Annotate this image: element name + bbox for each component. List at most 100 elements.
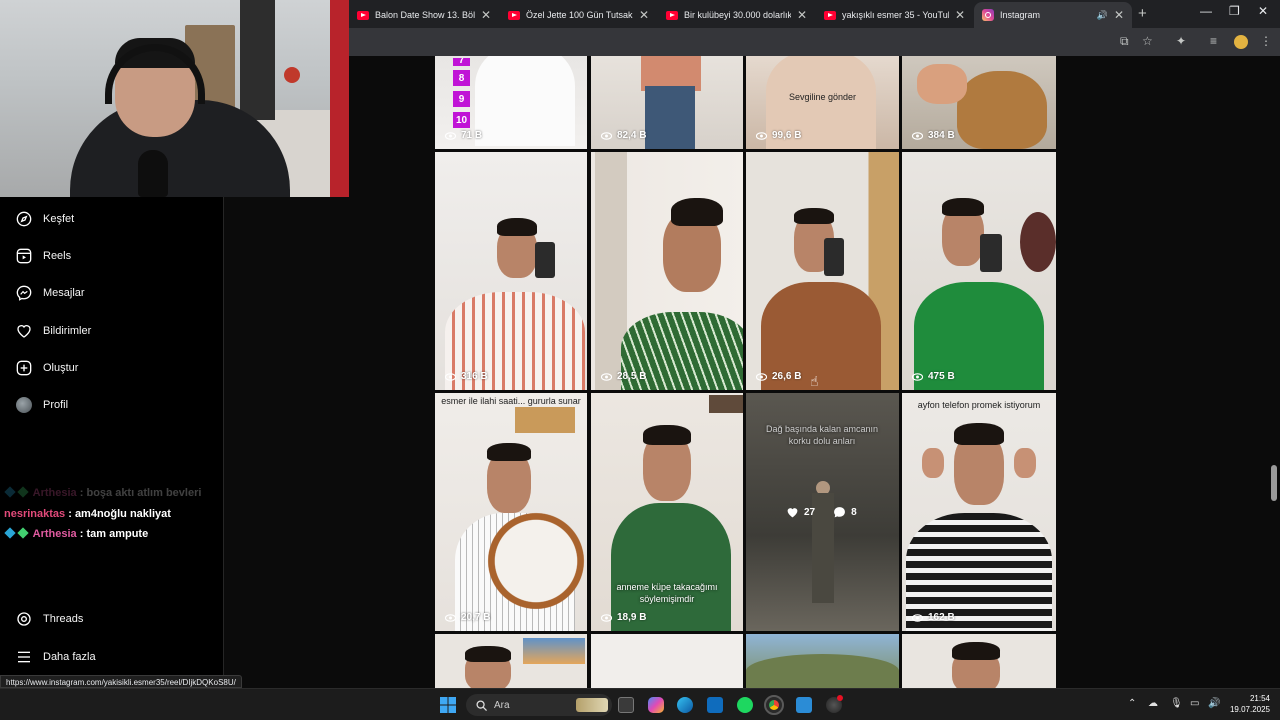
number-badge: 10 [453, 112, 470, 128]
extensions-icon[interactable]: ✦ [1176, 34, 1186, 48]
reel-tile[interactable]: 82,4 B [591, 56, 743, 149]
sidebar-item-daha-fazla[interactable]: Daha fazla [16, 645, 96, 669]
reel-caption: esmer ile ilahi saati... gururla sunar [441, 396, 581, 406]
cloud-icon[interactable]: ☁ [1148, 698, 1158, 709]
reel-tile[interactable]: esmer ile ilahi saati... gururla sunar 2… [435, 393, 587, 631]
reel-tile[interactable]: Sevgiline gönder 99,6 B [746, 56, 899, 149]
new-tab-icon[interactable]: + [1138, 5, 1147, 22]
reel-tile[interactable]: ayfon telefon promek istiyorum 162 B [902, 393, 1056, 631]
close-tab-icon[interactable]: ✕ [639, 8, 649, 22]
chat-message: Arthesia : tam ampute [4, 527, 148, 540]
eye-icon [445, 372, 456, 381]
comment-icon [834, 507, 846, 518]
reel-caption: anneme küpe takacağımı söylemişimdir [616, 582, 718, 604]
views-count: 28,5 B [601, 371, 646, 382]
chrome-icon[interactable] [764, 695, 784, 715]
number-badge: 8 [453, 70, 470, 86]
page-scrollbar[interactable] [1271, 465, 1277, 501]
eye-icon [445, 131, 456, 140]
reel-caption: Sevgiline gönder [788, 92, 857, 102]
restore-icon[interactable]: ❐ [1229, 4, 1240, 18]
youtube-icon [666, 10, 678, 20]
sidebar-item-bildirimler[interactable]: Bildirimler [16, 319, 91, 343]
speaker-icon[interactable]: 🔊 [1097, 10, 1108, 21]
explore-grid: 71 B 82,4 B Sevgiline gönder 99,6 B 384 … [224, 56, 1280, 688]
sidebar-item-mesajlar[interactable]: Mesajlar [16, 281, 85, 305]
sidebar-item-threads[interactable]: Threads [16, 607, 83, 631]
youtube-icon [824, 10, 836, 20]
heart-icon [16, 323, 32, 339]
instagram-sidebar: Keşfet Reels Mesajlar Bildirimler Oluştu… [0, 197, 224, 688]
browser-profile-avatar[interactable] [1234, 35, 1248, 49]
reel-tile[interactable] [591, 634, 743, 688]
outlook-icon[interactable] [707, 697, 723, 713]
close-tab-icon[interactable]: ✕ [955, 8, 965, 22]
edge-icon[interactable] [677, 697, 693, 713]
threads-icon [16, 611, 32, 627]
instagram-icon [982, 9, 994, 21]
close-window-icon[interactable]: ✕ [1258, 4, 1268, 18]
reel-tile[interactable] [746, 634, 899, 688]
sidebar-item-kesfet[interactable]: Keşfet [16, 207, 74, 231]
spotify-icon[interactable] [737, 697, 753, 713]
kebab-menu-icon[interactable]: ⋮ [1260, 34, 1272, 48]
close-tab-icon[interactable]: ✕ [797, 8, 807, 22]
task-view-icon[interactable] [618, 697, 634, 713]
reel-tile[interactable] [902, 634, 1056, 688]
messenger-icon [16, 285, 32, 301]
reel-tile[interactable]: 475 B [902, 152, 1056, 390]
youtube-icon [508, 10, 520, 20]
views-count: 475 B [912, 371, 955, 382]
avatar [16, 397, 32, 413]
sidebar-item-profil[interactable]: Profil [16, 393, 68, 417]
reel-tile[interactable] [435, 634, 587, 688]
eye-icon [912, 131, 923, 140]
media-control-icon[interactable]: ≡ [1210, 34, 1217, 48]
reel-tile[interactable]: 316 B [435, 152, 587, 390]
windows-start-icon[interactable] [440, 697, 456, 713]
copilot-icon[interactable] [648, 697, 664, 713]
views-count: 162 B [912, 612, 955, 623]
browser-tab[interactable]: Balon Date Show 13. Bölüm - Y ✕ [349, 2, 499, 28]
reel-tile[interactable]: anneme küpe takacağımı söylemişimdir 18,… [591, 393, 743, 631]
views-count: 26,6 B [756, 371, 801, 382]
browser-tab[interactable]: Özel Jette 100 Gün Tutsak Ola ✕ [500, 2, 657, 28]
eye-icon [445, 613, 456, 622]
reel-tile[interactable]: 28,5 B [591, 152, 743, 390]
reel-tile[interactable]: 384 B [902, 56, 1056, 149]
volume-icon[interactable]: 🔊 [1208, 698, 1220, 709]
close-tab-icon[interactable]: ✕ [1114, 8, 1124, 22]
reel-tile[interactable]: 26,6 B [746, 152, 899, 390]
windows-taskbar: Ara ⌃ ☁ 🎙 ▭ 🔊 21:54 19.07.2025 [0, 688, 1280, 720]
views-count: 316 B [445, 371, 488, 382]
reel-caption: ayfon telefon promek istiyorum [917, 400, 1041, 410]
network-icon[interactable]: ▭ [1190, 698, 1199, 709]
taskbar-search[interactable]: Ara [466, 694, 612, 716]
taskbar-clock[interactable]: 21:54 19.07.2025 [1220, 693, 1270, 715]
hover-stats: 27 8 [786, 506, 875, 518]
bookmark-star-icon[interactable]: ☆ [1142, 34, 1153, 48]
eye-icon [601, 372, 612, 381]
browser-tab-active[interactable]: Instagram 🔊 ✕ [974, 2, 1132, 28]
close-tab-icon[interactable]: ✕ [481, 8, 491, 22]
minimize-icon[interactable]: — [1200, 4, 1212, 18]
sidebar-item-olustur[interactable]: Oluştur [16, 356, 78, 380]
views-count: 18,9 B [601, 612, 646, 623]
mouse-cursor: ☝ [810, 373, 819, 389]
eye-icon [601, 613, 612, 622]
eye-icon [756, 372, 767, 381]
sidebar-item-reels[interactable]: Reels [16, 244, 71, 268]
number-badge: 9 [453, 91, 470, 107]
eye-icon [912, 613, 923, 622]
chat-message: nesrinaktas : am4noğlu nakliyat [4, 508, 171, 520]
browser-tab[interactable]: Bir kulübeyi 30.000 dolarlık bir ✕ [658, 2, 815, 28]
views-count: 20,7 B [445, 612, 490, 623]
browser-tab[interactable]: yakışıklı esmer 35 - YouTube ✕ [816, 2, 973, 28]
notepad-icon[interactable] [796, 697, 812, 713]
views-count: 99,6 B [756, 130, 801, 141]
chevron-up-icon[interactable]: ⌃ [1128, 698, 1136, 709]
chat-message: Arthesia : boşa aktı atlım bevleri [4, 486, 201, 499]
install-app-icon[interactable]: ⧉ [1120, 34, 1129, 49]
number-badge: 7 [453, 58, 470, 66]
microphone-icon[interactable]: 🎙 [1170, 698, 1183, 709]
